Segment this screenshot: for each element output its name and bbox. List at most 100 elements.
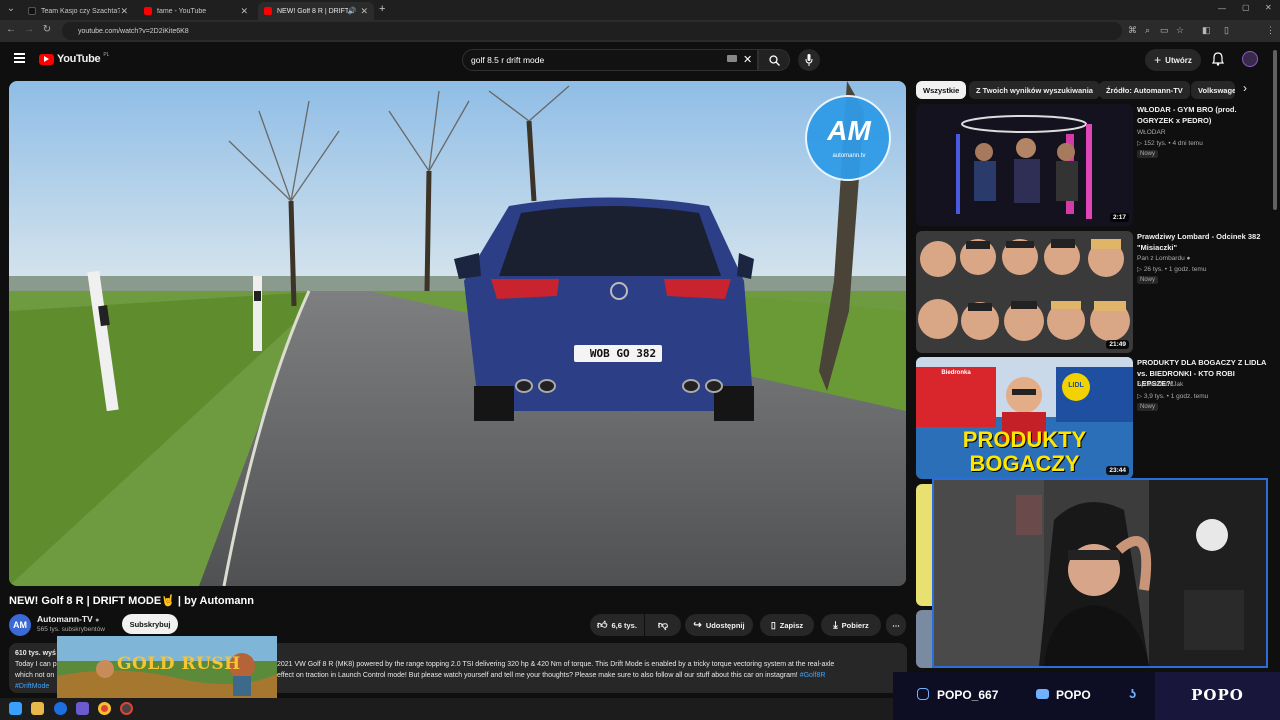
meta-separator: • [1166,393,1169,400]
like-button[interactable]: 👍︎ 6,6 tys. [590,614,644,636]
related-views-3: 3,9 tys. [1143,393,1165,400]
related-views-2: 26 tys. [1143,266,1163,273]
address-bar-row: ← → ↻ youtube.com/watch?v=2D2iKite6K8 ⌘ … [0,20,1280,57]
gold-rush-title: GOLD RUSH [117,654,241,674]
related-channel-1[interactable]: WŁODAR [1137,129,1166,136]
verified-icon: ● [95,617,100,624]
related-thumbnail-1[interactable]: 2:17 [916,104,1133,226]
related-views-1: 152 tys. [1143,140,1167,147]
new-tab-button[interactable]: + [379,3,385,15]
page-scrollbar-thumb[interactable] [1273,50,1277,210]
related-thumbnail-3[interactable]: Biedronka LIDL PRODUKTY BOGACZY 23:44 [916,357,1133,479]
related-title-1[interactable]: WŁODAR - GYM BRO (prod. OGRYZEK x PEDRO) [1137,105,1267,126]
new-badge-2: Nowy [1137,276,1159,284]
more-actions-button[interactable]: ⋯ [886,614,906,636]
zoom-icon[interactable]: ⌕ [1145,25,1150,36]
chip-from-search[interactable]: Z Twoich wyników wyszukiwania [969,81,1100,99]
hashtag-golf8r[interactable]: #Golf8R [800,672,826,679]
new-badge-1: Nowy [1137,150,1159,158]
license-plate: WOB GO 382 [589,347,657,360]
forward-icon[interactable]: → [22,24,36,35]
download-label: Pobierz [841,620,869,630]
discord-icon[interactable] [76,702,89,715]
back-icon[interactable]: ← [4,24,18,35]
extensions-icon[interactable]: ◧ [1202,25,1211,36]
maximize-icon[interactable]: ▢ [1242,3,1250,12]
edge-browser-icon[interactable] [54,702,67,715]
close-window-icon[interactable]: ✕ [1265,3,1272,12]
search-value: golf 8.5 r drift mode [471,55,545,65]
search-input[interactable]: golf 8.5 r drift mode ✕ [462,49,758,71]
channel-avatar[interactable]: AM [9,614,31,636]
instagram-icon [917,688,929,700]
url-field[interactable]: youtube.com/watch?v=2D2iKite6K8 [62,22,1122,40]
youtube-logo[interactable]: YouTube PL [39,52,109,65]
search-button[interactable] [758,49,790,71]
obs-icon[interactable] [120,702,133,715]
browser-menu-icon[interactable]: ⋮ [1266,25,1275,36]
youtube-play-logo-icon [39,53,54,65]
related-age-3: 1 godz. temu [1170,393,1209,400]
tab-2-close-icon[interactable]: ✕ [240,6,248,17]
related-title-2[interactable]: Prawdziwy Lombard - Odcinek 382 "Misiacz… [1137,232,1267,253]
verified-icon: ● [1186,255,1191,262]
subscriber-count: 565 tys. subskrybentów [37,626,105,633]
voice-search-button[interactable] [798,49,820,71]
youtube-header: YouTube PL golf 8.5 r drift mode ✕ + Utw… [0,42,1280,78]
tab-search-icon[interactable]: ⌄ [4,3,18,14]
related-thumbnail-2[interactable]: 21:49 [916,231,1133,353]
reload-icon[interactable]: ↻ [40,24,54,35]
car [454,197,754,421]
tab-2[interactable]: fame - YouTube ✕ [138,2,254,20]
chip-volkswagen[interactable]: Volkswage [1191,81,1235,99]
clear-search-icon[interactable]: ✕ [743,53,752,66]
tab-1[interactable]: Team Kasjo czy Szachta? #fame ✕ [22,2,134,20]
chrome-icon[interactable] [98,702,111,715]
related-channel-2-text: Pan z Lombardu [1137,255,1185,262]
channel-name[interactable]: Automann-TV ● [37,614,99,624]
save-button[interactable]: ▯ Zapisz [760,614,814,636]
download-button[interactable]: ⤓ Pobierz [821,614,881,636]
description-views: 610 tys. wyś [15,650,56,657]
related-meta-1: ▷ 152 tys. • 4 dni temu [1137,139,1203,147]
thumbs-down-icon: 👎︎ [657,620,669,631]
channel-name-text: Automann-TV [37,614,93,624]
tab-3-close-icon[interactable]: ✕ [360,6,368,17]
related-thumbnail-4-partial[interactable] [916,484,932,606]
notifications-bell-icon[interactable] [1212,52,1224,66]
create-button[interactable]: + Utwórz [1145,49,1201,71]
tab-1-close-icon[interactable]: ✕ [120,6,128,17]
thumbs-up-icon: 👍︎ [597,620,608,631]
tab-3-active[interactable]: NEW! Golf 8 R | DRIFT MOD 🔊 ✕ [258,2,374,20]
translate-icon[interactable]: ⌘ [1128,25,1137,36]
dislike-button[interactable]: 👎︎ [645,614,681,636]
related-thumbnail-5-partial[interactable] [916,610,932,668]
bookmark-star-icon[interactable]: ☆ [1176,25,1184,36]
video-player[interactable]: WOB GO 382 AM automann.tv [9,81,906,586]
description-line2-left: which not on [15,672,55,679]
minimize-icon[interactable]: — [1218,4,1226,13]
windows-start-icon[interactable] [9,702,22,715]
chip-source-channel[interactable]: Źródło: Automann-TV [1099,81,1190,99]
play-count-icon: ▷ [1137,266,1142,273]
chip-all[interactable]: Wszystkie [916,81,967,99]
play-count-icon: ▷ [1137,393,1142,400]
audio-playing-icon[interactable]: 🔊 [348,7,357,15]
hashtag-driftmode[interactable]: #DriftMode [15,683,49,690]
cast-icon[interactable]: ▭ [1160,25,1169,36]
hamburger-menu-icon[interactable] [14,53,25,63]
share-button[interactable]: ↪ Udostępnij [685,614,753,636]
browser-tabstrip: ⌄ Team Kasjo czy Szachta? #fame ✕ fame -… [0,0,1280,20]
subscribe-button[interactable]: Subskrybuj [122,614,178,634]
related-channel-3[interactable]: Sprawdzam Jak [1137,381,1183,388]
sidebar-panel-icon[interactable]: ▯ [1224,25,1229,36]
thumb-text-2: BOGACZY [969,451,1080,476]
file-explorer-icon[interactable] [31,702,44,715]
account-avatar[interactable] [1242,51,1258,67]
description-line2: effect on traction in Launch Control mod… [277,672,825,679]
related-channel-2[interactable]: Pan z Lombardu ● [1137,255,1190,262]
chips-next-chevron-icon[interactable]: › [1243,81,1247,95]
keyboard-icon[interactable] [727,55,737,62]
share-label: Udostępnij [705,620,745,630]
description-line1-left: Today I can p [15,661,57,668]
